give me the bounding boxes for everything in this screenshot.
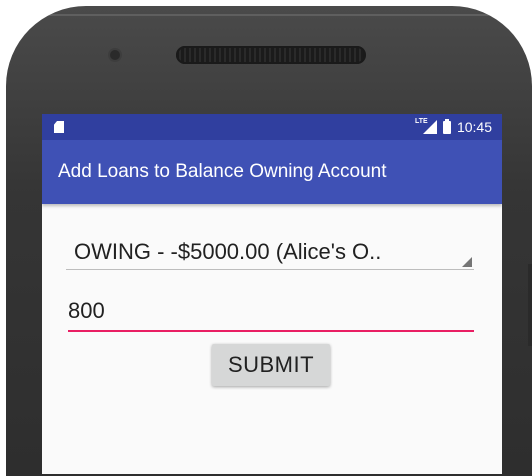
earpiece-speaker-grille [176, 46, 366, 64]
amount-input[interactable] [68, 292, 474, 332]
lte-signal-icon: LTE [414, 118, 437, 134]
status-time: 10:45 [456, 119, 492, 135]
app-screen: LTE 10:45 Add Loans to Balance Owning Ac… [42, 114, 502, 474]
app-toolbar: Add Loans to Balance Owning Account [42, 140, 502, 204]
side-button [528, 264, 532, 346]
toolbar-title: Add Loans to Balance Owning Account [58, 161, 387, 182]
submit-button[interactable]: SUBMIT [212, 344, 330, 386]
front-camera [110, 50, 120, 60]
status-bar: LTE 10:45 [42, 114, 502, 140]
spinner-dropdown-icon [462, 257, 472, 267]
device-bezel-highlight [18, 14, 520, 40]
account-spinner[interactable]: OWING - -$5000.00 (Alice's O.. [66, 234, 474, 270]
sd-card-icon [54, 121, 64, 133]
account-spinner-value: OWING - -$5000.00 (Alice's O.. [74, 239, 382, 264]
phone-device-frame: LTE 10:45 Add Loans to Balance Owning Ac… [6, 6, 532, 476]
status-icons: LTE 10:45 [415, 114, 492, 140]
lte-badge: LTE [414, 118, 428, 125]
battery-icon [442, 118, 451, 134]
